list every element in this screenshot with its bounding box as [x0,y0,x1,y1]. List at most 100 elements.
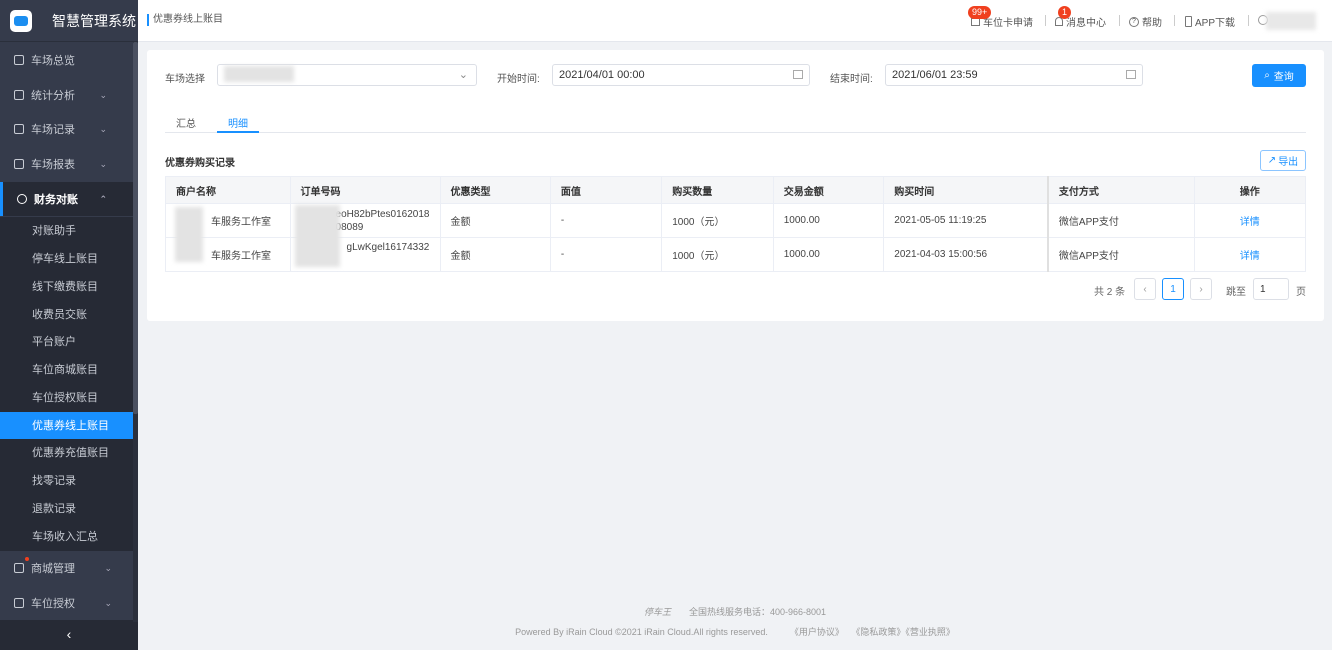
sidebar-sub-item[interactable]: 停车线上账目 [0,245,133,273]
goto-label: 跳至 [1226,287,1246,298]
active-tab-indicator [217,131,259,133]
export-button[interactable]: ↗ 导出 [1260,150,1306,171]
sidebar-item-reports[interactable]: 车场报表 ⌄ [0,152,133,176]
col-action: 操作 [1193,176,1307,204]
chevron-down-icon: ⌄ [99,158,107,169]
query-button[interactable]: ⌕ 查询 [1252,64,1306,87]
yuan-icon [17,194,27,204]
tab-detail[interactable]: 明细 [228,115,248,130]
sidebar-sub-item[interactable]: 线下缴费账目 [0,273,133,301]
prev-page-button[interactable]: ‹ [1134,278,1156,300]
sidebar-sub-item[interactable]: 车位授权账目 [0,384,133,412]
sidebar-sub-item[interactable]: 找零记录 [0,467,133,495]
start-time-input[interactable]: 2021/04/01 00:00 [552,64,810,86]
chevron-down-icon: ⌄ [104,597,112,608]
chevron-up-icon: ⌃ [99,193,107,204]
monitor-icon [14,90,24,100]
label: 帮助 [1142,18,1162,29]
col-amount: 交易金额 [772,176,885,204]
message-badge: 1 [1058,6,1072,19]
sidebar-item-mall[interactable]: 商城管理 ⌄ [0,551,138,585]
collapse-button[interactable]: ‹ [0,620,138,650]
label: 车场报表 [31,159,75,171]
page-1-button[interactable]: 1 [1162,278,1184,300]
chevron-down-icon: ⌄ [458,69,468,81]
end-label: 结束时间: [830,74,873,85]
phone-icon [1185,16,1192,27]
report-icon [14,159,24,169]
sidebar-item-finance[interactable]: 财务对账 ⌃ [0,182,133,216]
sidebar-sub-item[interactable]: 退款记录 [0,495,133,523]
tabs-divider [165,132,1306,133]
privacy-link[interactable]: 《隐私政策》 [856,627,906,637]
search-icon: ⌕ [1264,70,1270,81]
total-count: 共 2 条 [1094,287,1126,298]
help-link[interactable]: ? 帮助 [1129,14,1162,29]
chevron-down-icon: ⌄ [99,123,107,134]
lot-label: 车场选择 [165,74,205,85]
label: 财务对账 [34,194,78,206]
detail-link[interactable]: 详情 [1193,237,1307,272]
sidebar-sub-item[interactable]: 车场收入汇总 [0,523,133,551]
notification-dot [25,557,29,561]
lot-redacted [224,66,294,82]
label: 车场总览 [31,55,75,67]
chevron-down-icon: ⌄ [104,562,112,573]
col-order: 订单号码 [289,176,441,204]
sidebar-sub-item[interactable]: 车位商城账目 [0,356,133,384]
sidebar: 智慧管理系统 车场总览 统计分析 ⌄ 车场记录 ⌄ 车场报表 ⌄ 财务对账 ⌃ 对账助手… [0,0,138,650]
table-header: 商户名称 订单号码 优惠类型 面值 购买数量 交易金额 购买时间 支付方式 操作 [165,176,1307,204]
end-time-input[interactable]: 2021/06/01 23:59 [885,64,1143,86]
sidebar-sub-item[interactable]: 对账助手 [0,217,133,245]
page-unit: 页 [1296,287,1306,298]
license-link[interactable]: 《营业执照》 [905,627,955,637]
footer-line-1: 停车王 全国热线服务电话：400-966-8001 [138,605,1332,618]
next-page-button[interactable]: › [1190,278,1212,300]
quantity: 1000（元） [661,237,774,272]
label: 导出 [1278,157,1299,168]
car-icon [14,598,24,608]
hotline: 全国热线服务电话：400-966-8001 [688,607,827,617]
label: 统计分析 [31,90,75,102]
merchant-redacted [175,207,203,262]
goto-page-input[interactable]: 1 [1253,278,1289,300]
amount: 1000.00 [772,203,885,238]
value: 2021/06/01 23:59 [892,69,978,81]
label: 商城管理 [31,563,75,575]
logo-icon [10,9,32,32]
footer-logo: 停车王 [643,607,671,617]
sidebar-sub-item[interactable]: 优惠券充值账目 [0,439,133,467]
sidebar-item-authorization[interactable]: 车位授权 ⌄ [0,586,138,620]
order-redacted [295,205,340,267]
sidebar-item-overview[interactable]: 车场总览 [0,48,133,72]
col-face-value: 面值 [549,176,663,204]
time: 2021-05-05 11:19:25 [883,203,1049,238]
brand: 智慧管理系统 [0,0,138,42]
col-time: 购买时间 [883,176,1049,204]
app-download-link[interactable]: APP下载 [1185,14,1235,29]
label: 查询 [1273,72,1294,83]
type: 金额 [439,237,551,272]
export-icon: ↗ [1267,155,1277,166]
top-header: 优惠券线上账目 车位卡申请 99+ 消息中心 1 ? 帮助 APP下载 [138,0,1332,42]
calendar-icon [1126,70,1136,79]
label: 车位卡申请 [983,18,1033,29]
sidebar-sub-item[interactable]: 收费员交账 [0,301,133,329]
sidebar-item-records[interactable]: 车场记录 ⌄ [0,117,133,141]
breadcrumb: 优惠券线上账目 [147,14,223,26]
sidebar-item-statistics[interactable]: 统计分析 ⌄ [0,83,133,107]
sidebar-scrollbar[interactable] [133,42,138,622]
type: 金额 [439,203,551,238]
face-value: - [549,203,663,238]
sidebar-sub-item[interactable]: 平台账户 [0,328,133,356]
time: 2021-04-03 15:00:56 [883,237,1049,272]
detail-link[interactable]: 详情 [1193,203,1307,238]
col-quantity: 购买数量 [661,176,774,204]
tab-summary[interactable]: 汇总 [176,115,196,130]
col-type: 优惠类型 [439,176,551,204]
help-icon: ? [1129,16,1139,27]
user-agreement-link[interactable]: 《用户协议》 [790,627,844,637]
user-name-redacted[interactable] [1266,12,1316,30]
sidebar-sub-item-active[interactable]: 优惠券线上账目 [0,412,133,440]
label: 消息中心 [1066,18,1106,29]
